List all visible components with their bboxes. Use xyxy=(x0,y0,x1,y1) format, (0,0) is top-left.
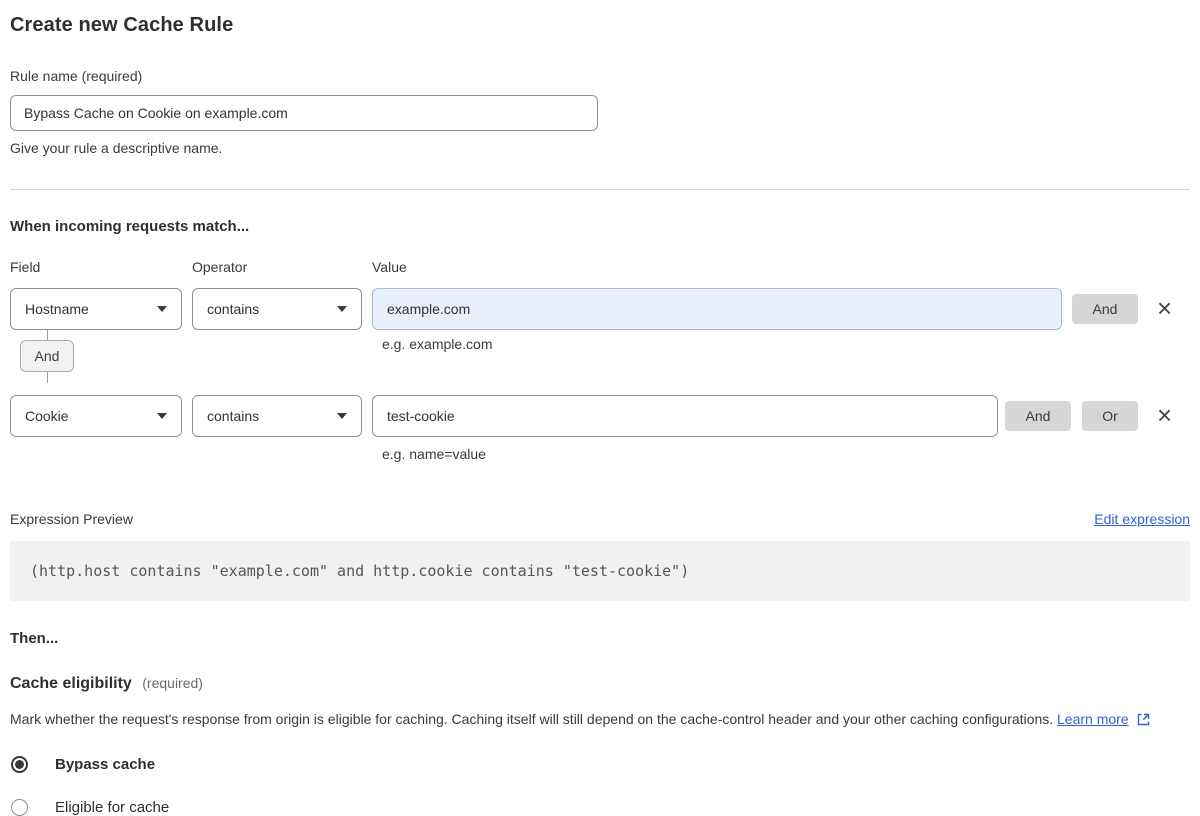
remove-condition-button[interactable]: × xyxy=(1155,295,1174,321)
radio-option-eligible-for-cache[interactable]: Eligible for cache xyxy=(10,799,1190,816)
expression-code-box: (http.host contains "example.com" and ht… xyxy=(10,541,1190,601)
value-input[interactable] xyxy=(372,288,1062,330)
description-text: Mark whether the request's response from… xyxy=(10,711,1054,727)
operator-select-value: contains xyxy=(207,301,260,317)
page-title: Create new Cache Rule xyxy=(10,14,234,36)
operator-select-value: contains xyxy=(207,408,260,424)
chevron-down-icon xyxy=(337,306,347,312)
operator-column-label: Operator xyxy=(192,259,248,275)
value-input[interactable] xyxy=(372,395,998,437)
condition-column-headers: Field Operator Value xyxy=(10,259,1190,275)
section-divider xyxy=(10,189,1190,190)
match-section-heading: When incoming requests match... xyxy=(10,218,250,235)
remove-condition-button[interactable]: × xyxy=(1155,402,1174,428)
required-indicator: (required) xyxy=(142,675,203,691)
expression-preview-header: Expression Preview Edit expression xyxy=(10,511,1190,527)
expression-preview-label: Expression Preview xyxy=(10,511,133,527)
field-select[interactable]: Cookie xyxy=(10,395,182,437)
create-cache-rule-page: Create new Cache Rule Rule name (require… xyxy=(0,0,1200,816)
learn-more-link[interactable]: Learn more xyxy=(1057,711,1129,727)
field-select-value: Hostname xyxy=(25,301,89,317)
radio-option-bypass-cache[interactable]: Bypass cache xyxy=(10,756,1190,773)
chevron-down-icon xyxy=(337,413,347,419)
field-select-value: Cookie xyxy=(25,408,69,424)
chevron-down-icon xyxy=(157,413,167,419)
field-select[interactable]: Hostname xyxy=(10,288,182,330)
rule-name-input[interactable] xyxy=(10,95,598,131)
then-heading: Then... xyxy=(10,630,59,647)
condition-row: Hostname contains And × xyxy=(10,288,1190,330)
chevron-down-icon xyxy=(157,306,167,312)
radio-label: Eligible for cache xyxy=(55,799,170,816)
external-link-icon xyxy=(1137,713,1149,726)
value-column-label: Value xyxy=(372,259,407,275)
value-hint: e.g. name=value xyxy=(382,446,486,462)
cache-eligibility-description: Mark whether the request's response from… xyxy=(10,708,1190,730)
cache-eligibility-heading: Cache eligibility (required) xyxy=(10,675,1190,693)
condition-row: Cookie contains And Or × xyxy=(10,395,1190,437)
radio-selected-icon[interactable] xyxy=(11,756,28,773)
cache-eligibility-title: Cache eligibility xyxy=(10,675,132,692)
add-and-condition-button[interactable]: And xyxy=(1072,294,1138,324)
field-column-label: Field xyxy=(10,259,41,275)
condition-connector-area: And e.g. example.com xyxy=(10,329,1190,383)
rule-name-helper: Give your rule a descriptive name. xyxy=(10,140,223,156)
radio-label: Bypass cache xyxy=(55,756,156,773)
operator-select[interactable]: contains xyxy=(192,395,362,437)
edit-expression-link[interactable]: Edit expression xyxy=(1094,511,1190,527)
expression-code: (http.host contains "example.com" and ht… xyxy=(30,562,690,580)
value-hint: e.g. example.com xyxy=(382,336,493,352)
connector-and-toggle[interactable]: And xyxy=(20,340,74,372)
add-and-condition-button[interactable]: And xyxy=(1005,401,1071,431)
radio-unselected-icon[interactable] xyxy=(11,799,28,816)
add-or-condition-button[interactable]: Or xyxy=(1082,401,1138,431)
operator-select[interactable]: contains xyxy=(192,288,362,330)
rule-name-label: Rule name (required) xyxy=(10,68,143,84)
